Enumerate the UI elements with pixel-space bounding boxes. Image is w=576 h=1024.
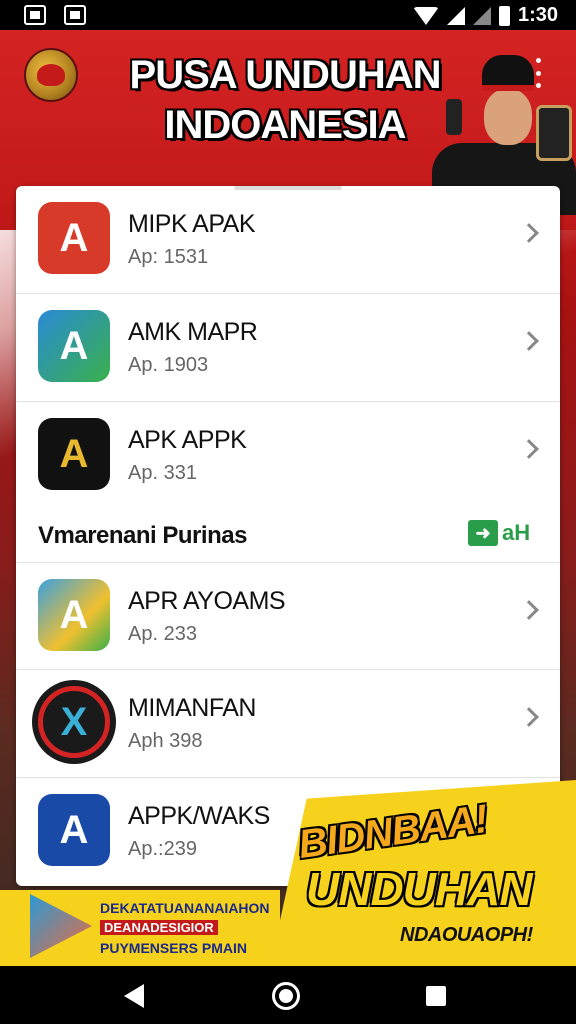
back-icon[interactable] — [124, 984, 144, 1008]
page-title-line2: INDOANESIA — [164, 103, 406, 147]
play-arrow-icon — [30, 894, 92, 958]
app-a-colorful-icon: A — [38, 579, 110, 651]
chevron-right-icon — [519, 439, 539, 459]
app-version: Ap. 1903 — [128, 354, 209, 376]
page-title-line1: PUSA UNDUHAN — [129, 53, 442, 97]
overflow-menu-icon[interactable] — [533, 58, 543, 88]
chevron-right-icon — [519, 600, 539, 620]
status-time: 1:30 — [517, 4, 558, 26]
app-x-red-circle-icon: X — [38, 686, 110, 758]
promo-subtitle: NDAOUAOPH! — [400, 924, 533, 946]
ad-banner[interactable]: DEKATATUANANAIAHON DEANADESIGIOR PUYMENS… — [0, 890, 280, 966]
app-name: MIMANFAN — [128, 694, 256, 722]
wifi-icon — [412, 6, 439, 25]
camera-prop-icon — [536, 105, 572, 161]
app-version: Ap. 331 — [128, 462, 197, 484]
app-name: MIPK APAK — [128, 210, 256, 238]
garuda-emblem-icon[interactable] — [24, 48, 78, 102]
app-name: AMK MAPR — [128, 318, 258, 346]
status-bar: 1:30 — [0, 0, 576, 30]
app-version: Ap: 1531 — [128, 246, 209, 268]
section-badge[interactable]: ➜ aH — [468, 520, 530, 546]
ad-text-line3: PUYMENSERS PMAIN — [100, 940, 248, 956]
list-item[interactable]: A AMK MAPR Ap. 1903 — [16, 294, 560, 402]
page-title: PUSA UNDUHAN INDOANESIA — [120, 50, 450, 150]
recent-apps-icon[interactable] — [426, 986, 446, 1006]
list-item[interactable]: A MIPK APAK Ap: 1531 — [16, 186, 560, 294]
list-item[interactable]: X MIMANFAN Aph 398 — [16, 670, 560, 778]
chevron-right-icon — [519, 331, 539, 351]
app-name: APK APPK — [128, 426, 247, 454]
arrow-right-icon: ➜ — [468, 520, 498, 546]
signal-secondary-icon — [472, 6, 491, 25]
app-a-blue-green-icon: A — [38, 310, 110, 382]
phone-prop-icon — [446, 99, 462, 135]
section-title: Vmarenani Purinas — [38, 522, 247, 549]
image-notification-icon — [64, 5, 86, 25]
gallery-notification-icon — [24, 5, 46, 25]
home-icon[interactable] — [272, 982, 300, 1010]
navigation-bar — [0, 966, 576, 1024]
app-name: APR AYOAMS — [128, 587, 286, 615]
ad-text-line2: DEANADESIGIOR — [100, 920, 218, 935]
section-badge-label: aH — [502, 520, 531, 545]
battery-icon — [498, 5, 510, 26]
app-version: Aph 398 — [128, 730, 203, 752]
promo-title: UNDUHAN — [306, 863, 533, 915]
ad-text-line1: DEKATATUANANAIAHON — [100, 900, 270, 916]
list-item[interactable]: A APR AYOAMS Ap. 233 — [16, 562, 560, 670]
list-item[interactable]: A APK APPK Ap. 331 — [16, 402, 560, 510]
chevron-right-icon — [519, 707, 539, 727]
app-a-red-icon: A — [38, 202, 110, 274]
section-header: Vmarenani Purinas ➜ aH — [16, 510, 560, 562]
app-a-black-gold-icon: A — [38, 418, 110, 490]
signal-icon — [446, 6, 465, 25]
app-version: Ap. 233 — [128, 623, 197, 645]
chevron-right-icon — [519, 223, 539, 243]
